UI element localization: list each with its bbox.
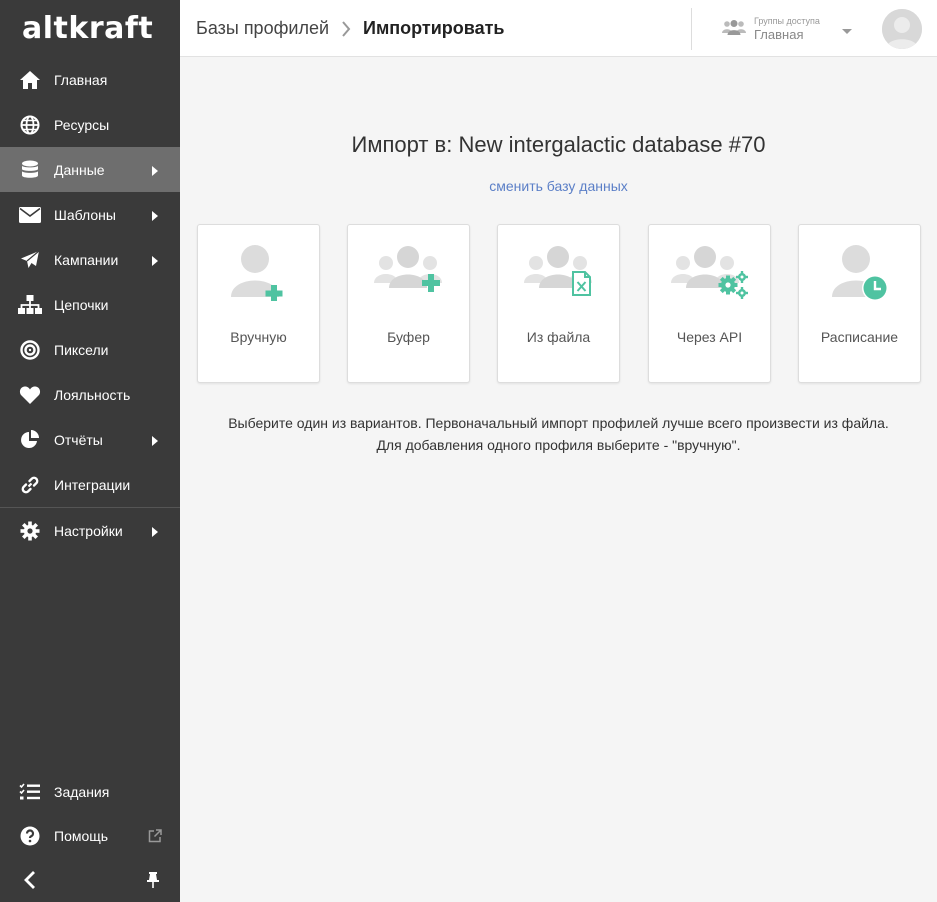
sidebar-item-label: Ресурсы: [54, 116, 110, 133]
sidebar-item-chains[interactable]: Цепочки: [0, 282, 180, 327]
envelope-icon: [18, 203, 42, 227]
sidebar-item-label: Кампании: [54, 251, 119, 268]
users-add-icon: [348, 241, 469, 311]
collapse-sidebar-icon[interactable]: [18, 868, 42, 892]
link-icon: [18, 473, 42, 497]
caret-down-icon: [842, 29, 852, 34]
sidebar-item-label: Главная: [54, 71, 108, 88]
main-content: Импорт в: New intergalactic database #70…: [180, 58, 937, 902]
globe-icon: [18, 113, 42, 137]
sidebar-item-label: Лояльность: [54, 386, 131, 403]
logo[interactable]: altkraft: [0, 0, 180, 57]
sidebar-item-settings[interactable]: Настройки: [0, 508, 180, 553]
sidebar-item-integrations[interactable]: Интеграции: [0, 462, 180, 507]
access-groups-text: Группы доступа Главная: [754, 16, 820, 43]
breadcrumb-parent[interactable]: Базы профилей: [196, 18, 329, 39]
avatar[interactable]: [882, 9, 922, 49]
database-icon: [18, 158, 42, 182]
import-description-line: Для добавления одного профиля выберите -…: [376, 437, 741, 453]
access-groups-caption: Группы доступа: [754, 15, 820, 26]
sidebar-item-label: Настройки: [54, 522, 123, 539]
chevron-right-icon: [152, 435, 158, 446]
import-description: Выберите один из вариантов. Первоначальн…: [180, 412, 937, 456]
top-header: Базы профилей Импортировать Группы досту…: [180, 0, 937, 57]
sidebar-item-help[interactable]: Помощь: [0, 814, 180, 858]
import-option-label: Через API: [676, 329, 743, 345]
sitemap-icon: [18, 293, 42, 317]
heart-icon: [18, 383, 42, 407]
external-link-icon: [148, 829, 162, 846]
change-database-link[interactable]: сменить базу данных: [180, 178, 937, 194]
sidebar-item-campaigns[interactable]: Кампании: [0, 237, 180, 282]
target-icon: [18, 338, 42, 362]
sidebar-item-reports[interactable]: Отчёты: [0, 417, 180, 462]
sidebar: altkraft Главная Ресурсы Данные Шаблоны: [0, 0, 180, 902]
paper-plane-icon: [18, 248, 42, 272]
question-circle-icon: [18, 824, 42, 848]
import-option-label: Из файла: [526, 329, 591, 345]
sidebar-item-label: Пиксели: [54, 341, 109, 358]
sidebar-item-label: Отчёты: [54, 431, 103, 448]
breadcrumb: Базы профилей Импортировать: [196, 0, 504, 57]
sidebar-item-home[interactable]: Главная: [0, 57, 180, 102]
users-icon: [722, 19, 746, 40]
chevron-right-icon: [152, 210, 158, 221]
access-groups-value: Главная: [754, 26, 804, 42]
import-description-line: Выберите один из вариантов. Первоначальн…: [228, 415, 889, 431]
import-option-manual[interactable]: Вручную: [197, 224, 320, 383]
chevron-right-icon: [152, 526, 158, 537]
sidebar-item-resources[interactable]: Ресурсы: [0, 102, 180, 147]
chevron-right-icon: [152, 165, 158, 176]
sidebar-bottom: Задания Помощь: [0, 770, 180, 902]
access-groups-dropdown[interactable]: Группы доступа Главная: [722, 11, 852, 47]
import-option-schedule[interactable]: Расписание: [798, 224, 921, 383]
chevron-right-icon: [152, 255, 158, 266]
sidebar-item-label: Цепочки: [54, 296, 109, 313]
home-icon: [18, 68, 42, 92]
sidebar-nav: Главная Ресурсы Данные Шаблоны Кампании …: [0, 57, 180, 553]
sidebar-item-label: Помощь: [54, 828, 109, 844]
user-clock-icon: [799, 241, 920, 311]
import-option-file[interactable]: Из файла: [497, 224, 620, 383]
page-title: Импорт в: New intergalactic database #70: [351, 132, 766, 157]
import-option-label: Расписание: [820, 329, 899, 345]
import-option-label: Буфер: [387, 329, 430, 345]
user-add-icon: [198, 241, 319, 311]
import-option-clipboard[interactable]: Буфер: [347, 224, 470, 383]
task-list-icon: [18, 780, 42, 804]
sidebar-item-templates[interactable]: Шаблоны: [0, 192, 180, 237]
sidebar-item-label: Задания: [54, 784, 110, 800]
breadcrumb-current: Импортировать: [363, 18, 505, 38]
sidebar-item-data[interactable]: Данные: [0, 147, 180, 192]
pin-icon[interactable]: [146, 872, 160, 891]
users-excel-file-icon: [498, 241, 619, 311]
gear-icon: [18, 519, 42, 543]
sidebar-collapse-row: [0, 858, 180, 902]
sidebar-item-loyalty[interactable]: Лояльность: [0, 372, 180, 417]
import-option-api[interactable]: Через API: [648, 224, 771, 383]
pie-chart-icon: [18, 428, 42, 452]
sidebar-item-pixels[interactable]: Пиксели: [0, 327, 180, 372]
sidebar-item-label: Шаблоны: [54, 206, 116, 223]
import-option-label: Вручную: [230, 329, 287, 345]
sidebar-item-tasks[interactable]: Задания: [0, 770, 180, 814]
users-gears-icon: [649, 241, 770, 311]
sidebar-item-label: Данные: [54, 161, 105, 178]
header-divider: [691, 8, 692, 50]
sidebar-item-label: Интеграции: [54, 476, 131, 493]
chevron-right-icon: [341, 20, 351, 37]
